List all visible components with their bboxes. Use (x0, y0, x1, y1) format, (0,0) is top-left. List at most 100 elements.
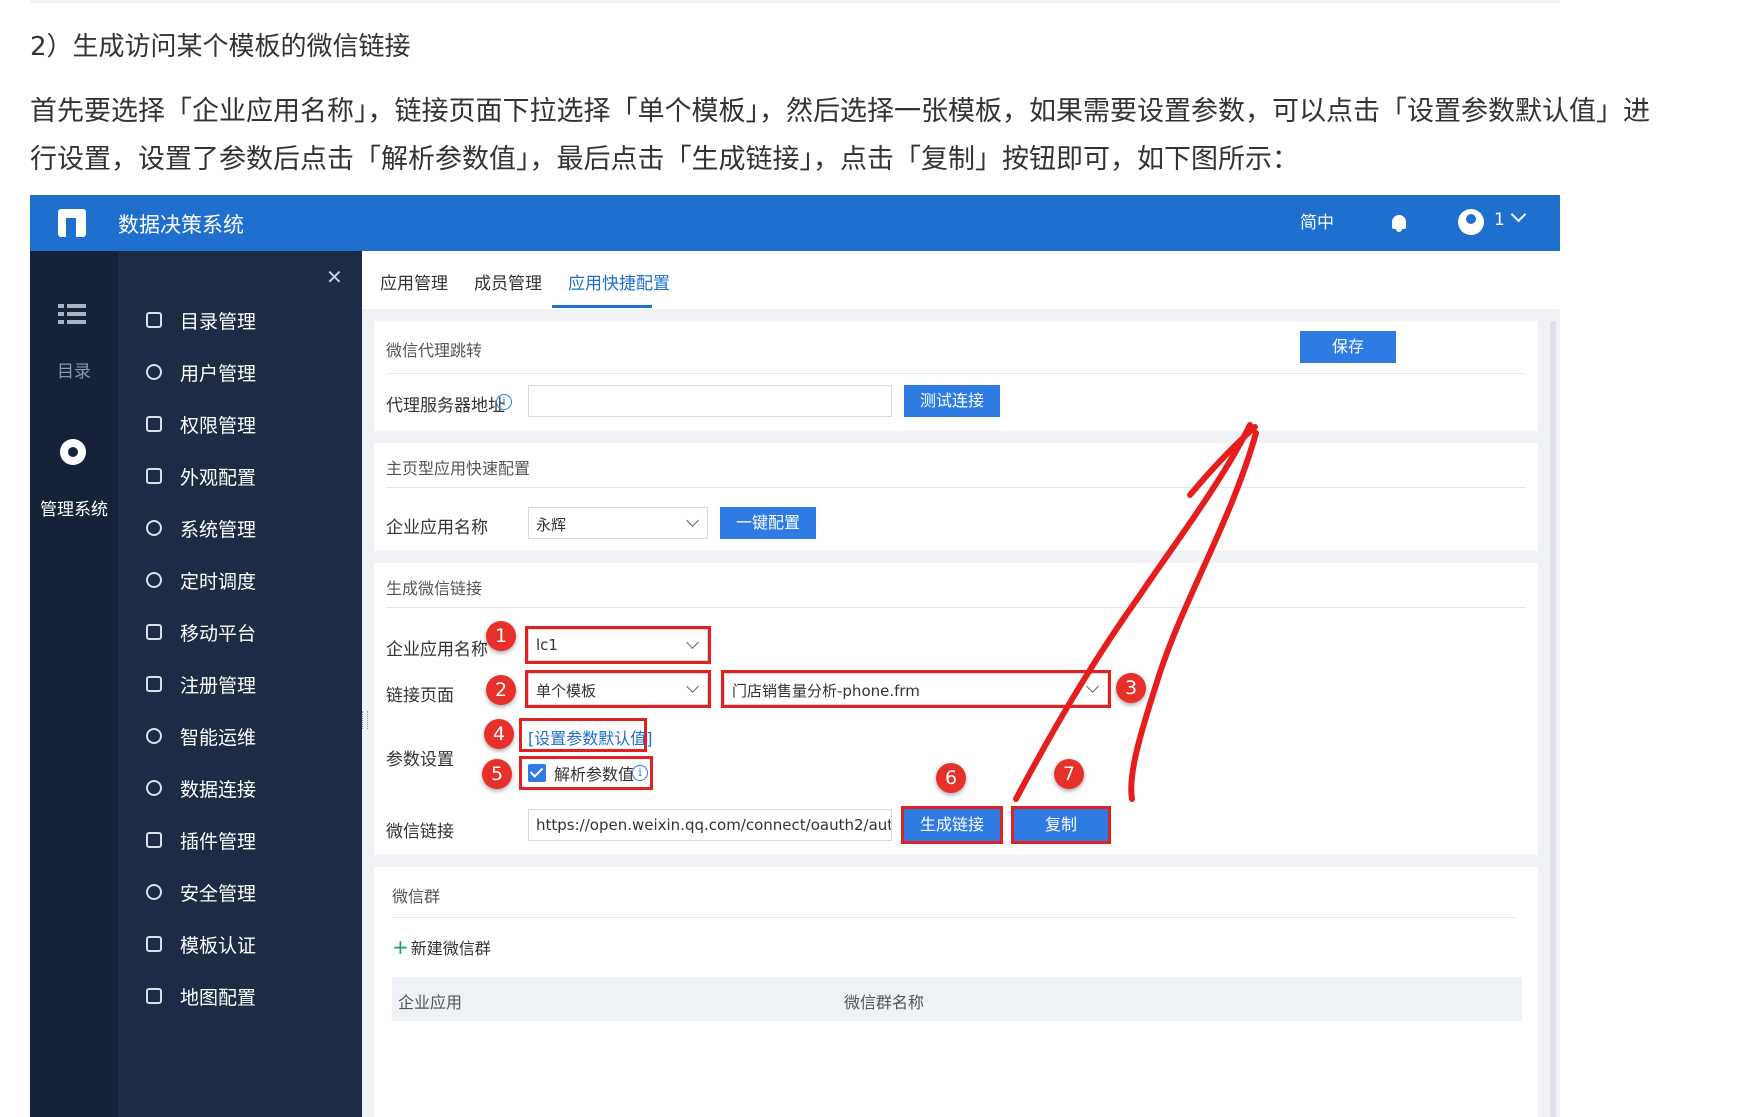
section-title: 微信代理跳转 (386, 341, 483, 360)
select-value: 永辉 (536, 516, 567, 534)
sidebar-item-label: 外观配置 (180, 467, 257, 489)
chevron-down-icon[interactable] (1510, 206, 1527, 223)
homepage-config-card: 主页型应用快速配置 企业应用名称 永辉 一键配置 (374, 443, 1538, 551)
link-page-select[interactable]: 单个模板 (525, 670, 711, 708)
nav-rail: 目录 管理系统 (30, 251, 118, 1117)
app-title: 数据决策系统 (118, 213, 244, 237)
parse-param-label: 解析参数值 (554, 765, 635, 784)
register-icon (146, 676, 162, 692)
sidebar-item-label: 目录管理 (180, 311, 257, 333)
paint-roller-icon (146, 468, 162, 484)
sidebar-item[interactable]: 安全管理 (118, 873, 362, 913)
rail-item-directory[interactable]: 目录 (30, 357, 118, 382)
mobile-icon (146, 624, 162, 640)
chevron-down-icon (1086, 680, 1099, 693)
proxy-card: 微信代理跳转 保存 代理服务器地址 i 测试连接 (374, 321, 1538, 431)
divider (386, 487, 1526, 488)
rail-item-management[interactable]: 管理系统 (30, 495, 118, 520)
gen-app-select[interactable]: lc1 (525, 626, 711, 664)
step-marker: 3 (1116, 673, 1146, 703)
sidebar-item[interactable]: 目录管理 (118, 301, 362, 341)
language-switch[interactable]: 简中 (1300, 208, 1334, 233)
sidebar-item-label: 用户管理 (180, 363, 257, 385)
sidebar-item[interactable]: 数据连接 (118, 769, 362, 809)
add-wechat-group-button[interactable]: + 新建微信群 (392, 935, 491, 959)
sidebar-item[interactable]: 智能运维 (118, 717, 362, 757)
set-param-default-link[interactable]: [设置参数默认值] (528, 725, 653, 749)
step-marker: 5 (482, 759, 512, 789)
tab-bar: 应用管理 成员管理 应用快捷配置 (362, 251, 1560, 309)
sidebar-item[interactable]: 权限管理 (118, 405, 362, 445)
test-connection-button[interactable]: 测试连接 (904, 385, 1000, 417)
sidebar-item-label: 安全管理 (180, 883, 257, 905)
wechat-link-input[interactable]: https://open.weixin.qq.com/connect/oauth… (528, 809, 892, 841)
clock-icon (146, 572, 162, 588)
save-button[interactable]: 保存 (1300, 331, 1396, 363)
one-click-config-button[interactable]: 一键配置 (720, 507, 816, 539)
pin-icon[interactable]: ✕ (326, 265, 343, 289)
sidebar-item[interactable]: 外观配置 (118, 457, 362, 497)
scrollbar[interactable] (1550, 321, 1556, 1117)
parse-param-checkbox[interactable] (528, 764, 546, 782)
sidebar-item-label: 注册管理 (180, 675, 257, 697)
list-icon[interactable] (58, 304, 86, 328)
chevron-down-icon (686, 636, 699, 649)
divider (386, 373, 1526, 374)
gear-icon[interactable] (60, 439, 86, 465)
plugin-icon (146, 832, 162, 848)
main-content: 应用管理 成员管理 应用快捷配置 微信代理跳转 保存 代理服务器地址 i 测试连… (362, 251, 1560, 1117)
select-value: lc1 (536, 636, 558, 654)
sidebar-item[interactable]: 注册管理 (118, 665, 362, 705)
chevron-down-icon (686, 514, 699, 527)
resize-handle[interactable] (362, 711, 368, 729)
generate-link-button[interactable]: 生成链接 (901, 806, 1003, 844)
avatar[interactable] (1458, 209, 1484, 235)
tab-app-quick-config[interactable]: 应用快捷配置 (568, 269, 670, 294)
wechat-group-card: 微信群 + 新建微信群 企业应用 微信群名称 (374, 867, 1538, 1117)
bell-icon[interactable] (1392, 215, 1406, 232)
plus-icon: + (392, 935, 409, 959)
gear-icon (146, 520, 162, 536)
chevron-down-icon (686, 680, 699, 693)
sidebar-item[interactable]: 用户管理 (118, 353, 362, 393)
top-bar: 数据决策系统 简中 1 (30, 195, 1560, 251)
sidebar-item-label: 模板认证 (180, 935, 257, 957)
link-page-label: 链接页面 (386, 686, 454, 706)
homepage-app-label: 企业应用名称 (386, 518, 488, 538)
sidebar-item-label: 数据连接 (180, 779, 257, 801)
homepage-app-select[interactable]: 永辉 (528, 507, 708, 539)
shield-icon (146, 884, 162, 900)
sidebar-item[interactable]: 定时调度 (118, 561, 362, 601)
step-marker: 1 (486, 621, 516, 651)
ops-icon (146, 728, 162, 744)
template-select[interactable]: 门店销售量分析-phone.frm (721, 670, 1111, 708)
sidebar-item[interactable]: 移动平台 (118, 613, 362, 653)
generate-link-card: 生成微信链接 企业应用名称 1 lc1 链接页面 2 单个模板 门店销售量分析-… (374, 563, 1538, 855)
sidebar-item-label: 权限管理 (180, 415, 257, 437)
section-title: 生成微信链接 (386, 579, 483, 598)
sidebar-item[interactable]: 地图配置 (118, 977, 362, 1017)
sidebar-item-label: 插件管理 (180, 831, 257, 853)
column-header: 企业应用 (398, 993, 463, 1012)
sidebar-item-label: 移动平台 (180, 623, 257, 645)
sidebar-item[interactable]: 系统管理 (118, 509, 362, 549)
user-icon (146, 364, 162, 380)
param-setting-label: 参数设置 (386, 750, 454, 770)
proxy-address-input[interactable] (528, 385, 892, 417)
copy-button[interactable]: 复制 (1011, 806, 1111, 844)
sidebar-item[interactable]: 模板认证 (118, 925, 362, 965)
step-marker: 2 (486, 675, 516, 705)
section-title: 主页型应用快速配置 (386, 459, 531, 478)
sidebar-item-label: 系统管理 (180, 519, 257, 541)
section-title: 微信群 (392, 887, 441, 906)
divider (392, 917, 1516, 918)
info-icon[interactable]: i (632, 765, 648, 781)
tab-app-management[interactable]: 应用管理 (380, 269, 448, 294)
select-value: 单个模板 (536, 682, 597, 700)
sidebar-item[interactable]: 插件管理 (118, 821, 362, 861)
user-name[interactable]: 1 (1494, 210, 1505, 230)
tab-member-management[interactable]: 成员管理 (474, 269, 542, 294)
step-marker: 4 (484, 719, 514, 749)
column-header: 微信群名称 (844, 993, 925, 1012)
info-icon[interactable]: i (496, 394, 512, 410)
